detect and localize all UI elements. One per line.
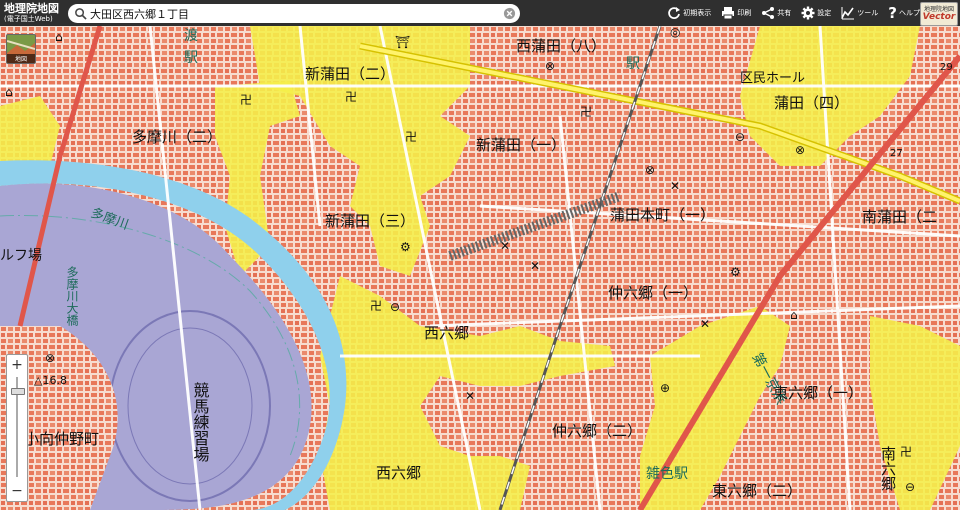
label-height: △16.8 bbox=[34, 374, 67, 387]
label-nakarokugo2: 仲六郷（二） bbox=[552, 422, 642, 440]
settings-button[interactable]: 設定 bbox=[801, 6, 831, 20]
help-label: ヘルプ bbox=[899, 9, 920, 17]
search-input[interactable] bbox=[90, 7, 490, 20]
initial-view-label: 初期表示 bbox=[683, 9, 712, 17]
app-logo[interactable]: 地理院地図 (電子国土Web) bbox=[0, 0, 70, 26]
zoom-in-button[interactable]: + bbox=[7, 357, 27, 373]
label-kamatahoncho1: 蒲田本町（一） bbox=[610, 206, 715, 224]
refresh-icon bbox=[668, 7, 681, 19]
zoom-slider-handle[interactable] bbox=[11, 388, 25, 396]
label-spot1: 29 bbox=[940, 62, 953, 73]
label-shinkamata3: 新蒲田（三） bbox=[325, 212, 415, 230]
tools-button[interactable]: ツール bbox=[841, 6, 878, 20]
gear-icon bbox=[801, 6, 815, 20]
basemap-switch-button[interactable]: 地図 bbox=[6, 34, 36, 64]
app-subtitle: (電子国土Web) bbox=[4, 15, 53, 23]
label-shinkamata2: 新蒲田（二） bbox=[305, 65, 395, 83]
museum-icon: ⌂ bbox=[55, 30, 63, 44]
museum-icon: ⌂ bbox=[790, 308, 798, 322]
shrine-icon: ⛩ bbox=[395, 35, 410, 49]
temple-icon: 卍 bbox=[345, 90, 357, 104]
label-station2: 駅 bbox=[626, 56, 640, 72]
label-station1: 駅 bbox=[184, 50, 198, 66]
label-tamagawa-bridge: 多摩川大橋 bbox=[65, 266, 79, 327]
label-komukainakanocho: 小向仲野町 bbox=[24, 430, 99, 448]
temple-icon: 卍 bbox=[405, 130, 417, 144]
school-icon: ✕ bbox=[500, 239, 510, 253]
label-minamikamata2: 南蒲田（二 bbox=[862, 208, 937, 226]
zoom-out-button[interactable]: − bbox=[7, 483, 27, 499]
label-nishirokugo-bottom: 西六郷 bbox=[376, 464, 421, 482]
label-nakarokugo1: 仲六郷（一） bbox=[608, 284, 698, 302]
mansion-icon: ◎ bbox=[670, 26, 680, 39]
printer-icon bbox=[722, 7, 735, 20]
map-canvas[interactable]: ⛩ 卍 卍 卍 卍 卍 卍 ⊗ ⊗ ⊗ ⊗ ⚙ ⚙ ✕ ✕ ✕ ✕ ✕ ⊕ ⌂ … bbox=[0, 26, 960, 510]
chart-tool-icon bbox=[841, 7, 855, 20]
basemap-label: 地図 bbox=[7, 54, 35, 63]
bank-icon: ⊖ bbox=[390, 300, 400, 314]
top-bar: 地理院地図 (電子国土Web) 初期表示 印刷 bbox=[0, 0, 960, 26]
vector-map-button[interactable]: 地理院地図 Vector bbox=[920, 2, 958, 26]
label-minamirokugo: 南六郷 bbox=[879, 446, 897, 491]
factory-icon: ⚙ bbox=[400, 240, 411, 254]
search-icon[interactable] bbox=[74, 7, 87, 20]
share-icon bbox=[762, 7, 775, 19]
temple-icon: 卍 bbox=[900, 445, 912, 459]
app-title: 地理院地図 bbox=[4, 2, 59, 15]
police-icon: ✕ bbox=[700, 317, 710, 331]
zoom-control: + − bbox=[6, 354, 28, 502]
label-spot2: 27 bbox=[890, 148, 903, 159]
bank-icon: ⊖ bbox=[735, 130, 745, 144]
temple-icon: 卍 bbox=[580, 105, 592, 119]
label-nishirokugo: 西六郷 bbox=[424, 324, 469, 342]
print-label: 印刷 bbox=[737, 9, 752, 17]
tools-label: ツール bbox=[857, 9, 879, 17]
share-button[interactable]: 共有 bbox=[761, 6, 791, 20]
label-kuminhall: 区民ホール bbox=[740, 71, 805, 86]
print-button[interactable]: 印刷 bbox=[721, 6, 751, 20]
post-office-icon: ⊗ bbox=[45, 351, 55, 365]
museum-icon: ⌂ bbox=[5, 85, 13, 99]
settings-label: 設定 bbox=[817, 9, 832, 17]
post-office-icon: ⊗ bbox=[795, 143, 805, 157]
police-icon: ✕ bbox=[670, 179, 680, 193]
school-icon: ✕ bbox=[530, 259, 540, 273]
hospital-icon: ⊕ bbox=[660, 381, 670, 395]
vector-badge-line2: Vector bbox=[922, 11, 956, 22]
factory-icon: ⚙ bbox=[730, 265, 741, 279]
label-station3: 雑色駅 bbox=[646, 465, 688, 482]
post-office-icon: ⊗ bbox=[545, 59, 555, 73]
post-office-icon: ⊗ bbox=[645, 163, 655, 177]
label-kamata4: 蒲田（四） bbox=[774, 94, 849, 112]
label-tamagawa2: 多摩川（二） bbox=[132, 128, 222, 146]
label-higashirokugo2: 東六郷（二） bbox=[712, 482, 802, 500]
temple-icon: 卍 bbox=[370, 299, 382, 313]
bank-icon: ⊖ bbox=[905, 480, 915, 494]
search-box[interactable] bbox=[68, 4, 520, 23]
temple-icon: 卍 bbox=[240, 93, 252, 107]
share-label: 共有 bbox=[777, 9, 792, 17]
label-yaguchi: 渡 bbox=[184, 28, 198, 44]
police-icon: ✕ bbox=[465, 389, 475, 403]
label-nishikamata8: 西蒲田（八） bbox=[516, 37, 606, 55]
help-button[interactable]: ? ヘルプ bbox=[888, 4, 920, 22]
label-golf: ルフ場 bbox=[0, 248, 42, 264]
initial-view-button[interactable]: 初期表示 bbox=[667, 6, 711, 20]
clear-search-icon[interactable] bbox=[503, 7, 516, 20]
help-icon: ? bbox=[888, 4, 897, 22]
toolbar: 初期表示 印刷 共有 設定 ツール ? ヘルプ bbox=[667, 0, 920, 26]
label-shinkamata1: 新蒲田（一） bbox=[476, 136, 566, 154]
label-racecourse: 競馬練習場 bbox=[191, 382, 210, 463]
